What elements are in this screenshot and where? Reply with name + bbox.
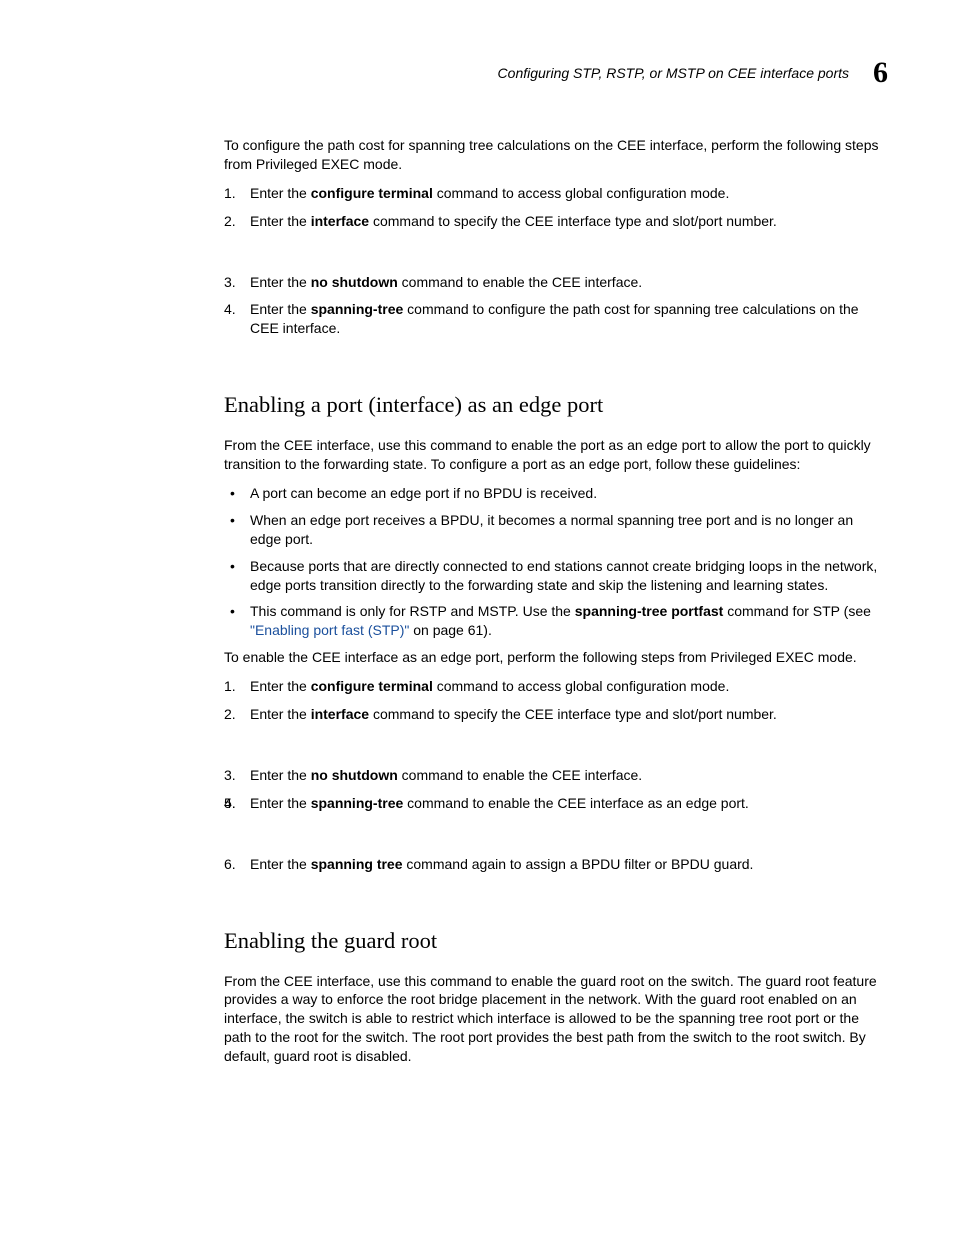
step-item: 1.Enter the configure terminal command t… xyxy=(224,677,888,696)
bullet-item: This command is only for RSTP and MSTP. … xyxy=(224,602,888,640)
steps-pathcost: 1.Enter the configure terminal command t… xyxy=(224,184,888,338)
step-cmd: configure terminal xyxy=(311,678,433,694)
step-text-pre: Enter the xyxy=(250,185,311,201)
intro-paragraph-guard: From the CEE interface, use this command… xyxy=(224,972,888,1066)
step-text-pre: Enter the xyxy=(250,213,311,229)
step-cmd: interface xyxy=(311,706,369,722)
bullet-item: When an edge port receives a BPDU, it be… xyxy=(224,511,888,549)
page-header: Configuring STP, RSTP, or MSTP on CEE in… xyxy=(224,56,888,90)
step-cmd: spanning-tree xyxy=(311,301,404,317)
chapter-number: 6 xyxy=(873,56,888,90)
step-item: 2.Enter the interface command to specify… xyxy=(224,705,888,724)
bullet-list-edge: A port can become an edge port if no BPD… xyxy=(224,484,888,640)
step-text-post: command to enable the CEE interface. xyxy=(398,274,642,290)
step-text-post: command to access global configuration m… xyxy=(433,185,730,201)
step-item: 6.Enter the spanning tree command again … xyxy=(224,855,888,874)
step-cmd: configure terminal xyxy=(311,185,433,201)
section-title-guard-root: Enabling the guard root xyxy=(224,928,888,954)
step-cmd: no shutdown xyxy=(311,274,398,290)
step-item: 1.Enter the configure terminal command t… xyxy=(224,184,888,203)
step-cmd: no shutdown xyxy=(311,767,398,783)
step-text-post: command to specify the CEE interface typ… xyxy=(369,213,777,229)
header-running-title: Configuring STP, RSTP, or MSTP on CEE in… xyxy=(498,65,849,81)
section-title-edge-port: Enabling a port (interface) as an edge p… xyxy=(224,392,888,418)
bullet-cmd: spanning-tree portfast xyxy=(575,603,724,619)
intro2-paragraph-edge: To enable the CEE interface as an edge p… xyxy=(224,648,888,667)
bullet-item: Because ports that are directly connecte… xyxy=(224,557,888,595)
page: Configuring STP, RSTP, or MSTP on CEE in… xyxy=(0,0,954,1136)
intro-paragraph-edge: From the CEE interface, use this command… xyxy=(224,436,888,474)
steps-edge: 1.Enter the configure terminal command t… xyxy=(224,677,888,873)
step-cmd: interface xyxy=(311,213,369,229)
step-item: 5.Enter the spanning-tree command to ena… xyxy=(224,794,888,813)
bullet-item: A port can become an edge port if no BPD… xyxy=(224,484,888,503)
step-item: 3.Enter the no shutdown command to enabl… xyxy=(224,766,888,785)
intro-paragraph-pathcost: To configure the path cost for spanning … xyxy=(224,136,888,174)
step-item: 4.Enter the spanning-tree command to con… xyxy=(224,300,888,338)
step-cmd: spanning tree xyxy=(311,856,403,872)
step-text-pre: Enter the xyxy=(250,274,311,290)
step-cmd: spanning-tree xyxy=(311,795,404,811)
cross-ref-link[interactable]: "Enabling port fast (STP)" xyxy=(250,622,409,638)
step-text-pre: Enter the xyxy=(250,301,311,317)
step-item: 3.Enter the no shutdown command to enabl… xyxy=(224,273,888,292)
step-item: 2.Enter the interface command to specify… xyxy=(224,212,888,231)
